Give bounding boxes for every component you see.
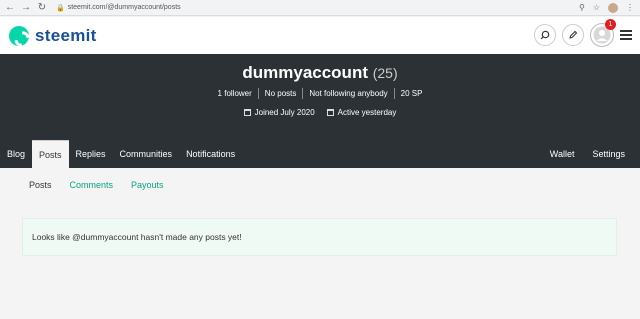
calendar-icon [326, 109, 334, 116]
url-text: steemit.com/@dummyaccount/posts [67, 4, 181, 11]
lock-icon: 🔒 [56, 4, 65, 12]
site-header: steemit 1 [0, 17, 640, 54]
subtab-posts[interactable]: Posts [29, 180, 52, 190]
last-active: Active yesterday [326, 108, 397, 117]
search-button[interactable] [534, 24, 556, 46]
logo-mark-icon [9, 25, 29, 46]
joined-date: Joined July 2020 [243, 108, 315, 117]
active-text: Active yesterday [337, 108, 397, 117]
tab-notifications[interactable]: Notifications [179, 140, 242, 168]
reputation-score: (25) [372, 65, 398, 81]
profile-tabs: Blog Posts Replies Communities Notificat… [0, 140, 640, 168]
profile-banner: dummyaccount (25) 1 follower No posts No… [0, 54, 640, 140]
posts-subtabs: Posts Comments Payouts [29, 180, 164, 190]
following-count[interactable]: Not following anybody [303, 88, 395, 99]
steemit-logo[interactable]: steemit [9, 25, 97, 46]
tab-settings[interactable]: Settings [585, 149, 632, 159]
subtab-payouts[interactable]: Payouts [131, 180, 164, 190]
kebab-menu-icon[interactable]: ⋮ [626, 2, 634, 14]
back-icon[interactable]: ← [4, 2, 16, 14]
joined-text: Joined July 2020 [254, 108, 315, 117]
browser-chrome: ← → ↻ 🔒 steemit.com/@dummyaccount/posts … [0, 0, 640, 16]
logo-text: steemit [35, 25, 97, 45]
tab-blog[interactable]: Blog [0, 140, 32, 168]
pencil-icon [569, 30, 578, 39]
address-bar[interactable]: 🔒 steemit.com/@dummyaccount/posts [56, 2, 181, 14]
tab-communities[interactable]: Communities [113, 140, 180, 168]
search-icon [540, 30, 550, 40]
profile-title: dummyaccount (25) [0, 63, 640, 83]
followers-count[interactable]: 1 follower [212, 88, 259, 99]
tab-wallet[interactable]: Wallet [543, 149, 582, 159]
profile-meta: Joined July 2020 Active yesterday [0, 108, 640, 117]
tab-posts[interactable]: Posts [32, 140, 69, 168]
star-icon[interactable]: ☆ [593, 2, 600, 14]
user-avatar-button[interactable]: 1 [590, 19, 616, 47]
forward-icon[interactable]: → [20, 2, 32, 14]
browser-profile-avatar[interactable] [608, 3, 618, 13]
empty-posts-message: Looks like @dummyaccount hasn't made any… [32, 232, 242, 242]
notification-badge: 1 [605, 19, 616, 30]
zoom-icon[interactable]: ⚲ [579, 2, 585, 14]
steem-power: 20 SP [400, 89, 423, 98]
tab-replies[interactable]: Replies [69, 140, 113, 168]
empty-posts-notice: Looks like @dummyaccount hasn't made any… [22, 218, 617, 256]
compose-button[interactable] [562, 24, 584, 46]
subtab-comments[interactable]: Comments [70, 180, 114, 190]
posts-count: No posts [259, 88, 304, 99]
reload-icon[interactable]: ↻ [36, 2, 48, 14]
profile-stats: 1 follower No posts Not following anybod… [0, 88, 640, 99]
profile-username: dummyaccount [242, 63, 368, 82]
calendar-icon [243, 109, 251, 116]
hamburger-menu-icon[interactable] [620, 29, 632, 41]
